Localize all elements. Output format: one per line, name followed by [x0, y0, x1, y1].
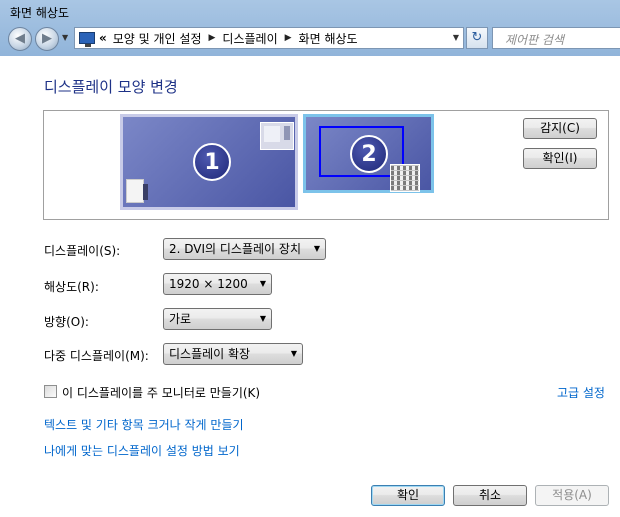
breadcrumb-appearance[interactable]: 모양 및 개인 설정 [113, 30, 202, 47]
display-label: 디스플레이(S): [44, 244, 121, 258]
orientation-select-value: 가로 [169, 312, 192, 326]
multiple-displays-label: 다중 디스플레이(M): [44, 349, 149, 363]
breadcrumb-separator-icon[interactable]: ▶ [209, 33, 216, 43]
display-help-link[interactable]: 나에게 맞는 디스플레이 설정 방법 보기 [44, 442, 240, 459]
display-select[interactable]: 2. DVI의 디스플레이 장치 ▼ [163, 238, 326, 260]
display-select-value: 2. DVI의 디스플레이 장치 [169, 242, 301, 256]
forward-button[interactable]: ▶ [35, 27, 59, 51]
address-dropdown-icon[interactable]: ▼ [453, 33, 459, 42]
address-bar[interactable]: « 모양 및 개인 설정 ▶ 디스플레이 ▶ 화면 해상도 ▼ [74, 27, 464, 49]
desktop-icon-thumbnail [126, 179, 148, 203]
apply-button[interactable]: 적용(A) [535, 485, 609, 506]
main-content: 디스플레이 모양 변경 1 2 감지(C) 확인(I) 디스플레이(S): 2.… [0, 56, 620, 517]
primary-monitor-checkbox-label[interactable]: 이 디스플레이를 주 모니터로 만들기(K) [62, 384, 260, 401]
breadcrumb-resolution[interactable]: 화면 해상도 [299, 30, 358, 47]
breadcrumb-overflow[interactable]: « [99, 31, 107, 45]
chevron-down-icon: ▼ [313, 244, 320, 253]
recent-pages-dropdown-icon[interactable]: ▼ [62, 33, 72, 45]
monitor-1-number: 1 [193, 143, 231, 181]
back-arrow-icon: ◀ [15, 31, 25, 46]
chevron-down-icon: ▼ [259, 279, 266, 288]
resolution-label: 해상도(R): [44, 280, 99, 294]
desktop-tile-thumbnail [390, 164, 420, 192]
forward-arrow-icon: ▶ [42, 31, 52, 46]
chevron-down-icon: ▼ [259, 314, 266, 323]
search-input[interactable]: 제어판 검색 [492, 27, 620, 49]
text-size-link[interactable]: 텍스트 및 기타 항목 크거나 작게 만들기 [44, 416, 244, 433]
back-button[interactable]: ◀ [8, 27, 32, 51]
breadcrumb-separator-icon[interactable]: ▶ [285, 33, 292, 43]
cancel-button[interactable]: 취소 [453, 485, 527, 506]
orientation-select[interactable]: 가로 ▼ [163, 308, 272, 330]
monitor-arrangement-panel: 1 2 감지(C) 확인(I) [43, 110, 609, 220]
monitor-2[interactable]: 2 [303, 114, 434, 193]
primary-monitor-checkbox[interactable] [44, 385, 57, 398]
monitor-2-number: 2 [350, 135, 388, 173]
detect-button[interactable]: 감지(C) [523, 118, 597, 139]
window-title: 화면 해상도 [10, 6, 70, 20]
orientation-label: 방향(O): [44, 315, 89, 329]
identify-button[interactable]: 확인(I) [523, 148, 597, 169]
multiple-displays-select[interactable]: 디스플레이 확장 ▼ [163, 343, 303, 365]
breadcrumb-display[interactable]: 디스플레이 [222, 30, 277, 47]
control-panel-icon [79, 32, 95, 47]
chevron-down-icon: ▼ [290, 349, 297, 358]
desktop-window-thumbnail [260, 122, 294, 150]
refresh-icon: ↻ [471, 30, 483, 45]
refresh-button[interactable]: ↻ [466, 27, 488, 49]
window-frame: 화면 해상도 ◀ ▶ ▼ « 모양 및 개인 설정 ▶ 디스플레이 ▶ 화면 해… [0, 0, 620, 517]
advanced-settings-link[interactable]: 고급 설정 [557, 384, 605, 401]
resolution-select-value: 1920 × 1200 [169, 277, 248, 291]
title-bar: 화면 해상도 [0, 0, 620, 24]
resolution-select[interactable]: 1920 × 1200 ▼ [163, 273, 272, 295]
ok-button[interactable]: 확인 [371, 485, 445, 506]
multiple-displays-select-value: 디스플레이 확장 [169, 347, 251, 361]
monitor-1[interactable]: 1 [120, 114, 298, 210]
page-title: 디스플레이 모양 변경 [44, 78, 178, 96]
navigation-bar: ◀ ▶ ▼ « 모양 및 개인 설정 ▶ 디스플레이 ▶ 화면 해상도 ▼ ↻ … [0, 24, 620, 54]
